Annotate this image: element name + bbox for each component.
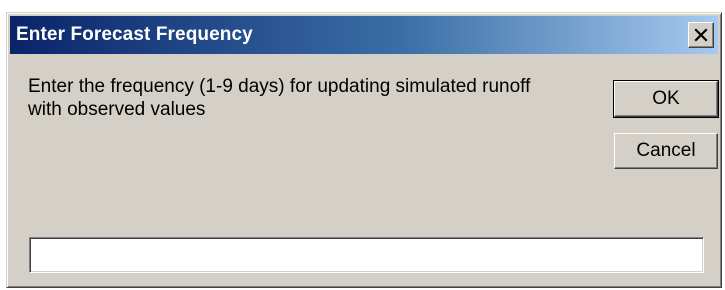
forecast-frequency-dialog: Enter Forecast Frequency Enter the frequ…: [6, 12, 722, 288]
close-icon: [694, 28, 708, 42]
ok-button[interactable]: OK: [613, 80, 719, 118]
dialog-title: Enter Forecast Frequency: [16, 24, 253, 45]
frequency-input[interactable]: [29, 237, 704, 273]
title-bar[interactable]: Enter Forecast Frequency: [10, 16, 718, 54]
cancel-button[interactable]: Cancel: [614, 133, 718, 169]
prompt-text: Enter the frequency (1-9 days) for updat…: [28, 76, 531, 120]
close-button[interactable]: [688, 22, 714, 48]
